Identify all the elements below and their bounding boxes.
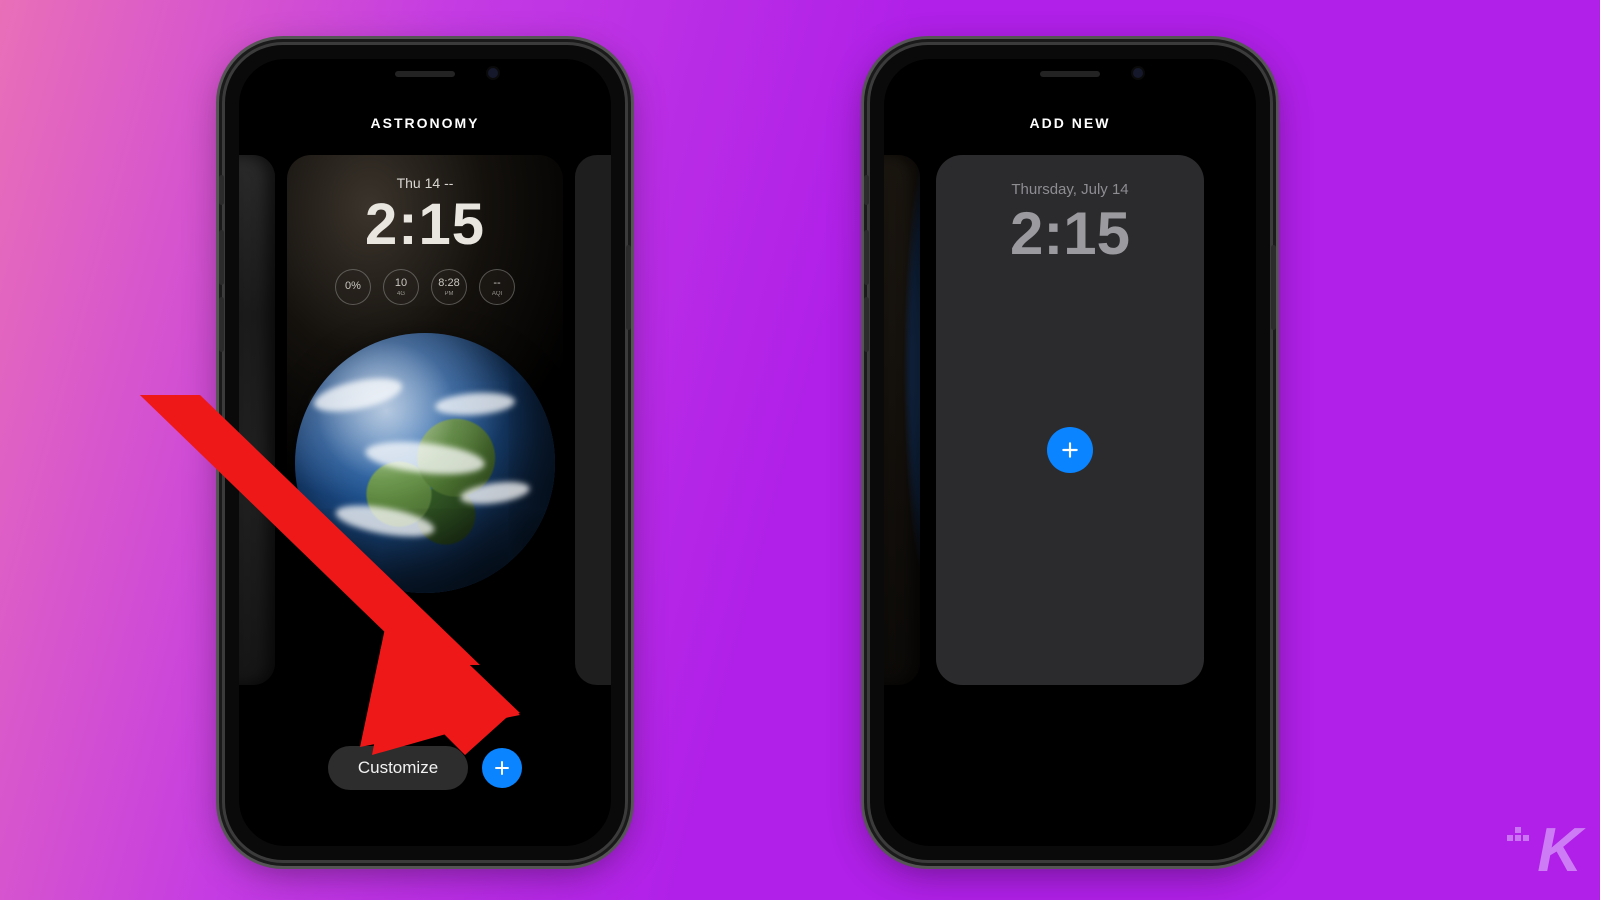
create-wallpaper-button[interactable]: [1047, 427, 1093, 473]
add-wallpaper-button[interactable]: [482, 748, 522, 788]
customize-button[interactable]: Customize: [328, 746, 468, 790]
phone-mockup-right: ADD NEW Thursday, July 14 2:15: [870, 45, 1270, 860]
lockscreen-date: Thursday, July 14: [936, 181, 1204, 198]
next-wallpaper-peek[interactable]: [575, 155, 611, 685]
mute-switch: [219, 175, 224, 205]
page-dot: [408, 704, 414, 710]
watermark-dots-icon: [1507, 821, 1531, 845]
lockscreen-date: Thu 14 --: [287, 175, 563, 191]
widget-aqi[interactable]: --AQI: [479, 269, 515, 305]
power-button: [626, 245, 631, 330]
wallpaper-carousel[interactable]: Thursday, July 14 2:15: [884, 155, 1256, 695]
lockscreen-time: 2:15: [936, 199, 1204, 268]
mute-switch: [864, 175, 869, 205]
widget-cellular[interactable]: 104G: [383, 269, 419, 305]
power-button: [1271, 245, 1276, 330]
prev-wallpaper-peek[interactable]: [884, 155, 920, 685]
wallpaper-card-astronomy[interactable]: Thu 14 -- 2:15 0% 104G 8:28PM --AQI: [287, 155, 563, 685]
watermark: K: [1537, 815, 1580, 886]
screen-left: ASTRONOMY Thu 14 -- 2:15 0% 104G 8:28PM …: [239, 59, 611, 846]
notch: [330, 59, 520, 89]
lockscreen-time: 2:15: [287, 191, 563, 258]
volume-down-button: [219, 297, 224, 352]
plus-icon: [1060, 440, 1080, 460]
page-dot: [436, 704, 442, 710]
page-dot-active: [422, 704, 428, 710]
plus-icon: [493, 759, 511, 777]
volume-up-button: [864, 230, 869, 285]
add-new-card[interactable]: Thursday, July 14 2:15: [936, 155, 1204, 685]
volume-down-button: [864, 297, 869, 352]
wallpaper-title: ASTRONOMY: [239, 115, 611, 131]
phone-mockup-left: ASTRONOMY Thu 14 -- 2:15 0% 104G 8:28PM …: [225, 45, 625, 860]
watermark-letter: K: [1537, 816, 1580, 885]
wallpaper-carousel[interactable]: Thu 14 -- 2:15 0% 104G 8:28PM --AQI: [239, 155, 611, 695]
widget-clock[interactable]: 8:28PM: [431, 269, 467, 305]
prev-wallpaper-peek[interactable]: [239, 155, 275, 685]
wallpaper-title: ADD NEW: [884, 115, 1256, 131]
screen-right: ADD NEW Thursday, July 14 2:15: [884, 59, 1256, 846]
widget-battery[interactable]: 0%: [335, 269, 371, 305]
page-indicator: [239, 704, 611, 710]
volume-up-button: [219, 230, 224, 285]
notch: [975, 59, 1165, 89]
lockscreen-widgets-row: 0% 104G 8:28PM --AQI: [287, 269, 563, 305]
earth-illustration: [295, 333, 555, 593]
